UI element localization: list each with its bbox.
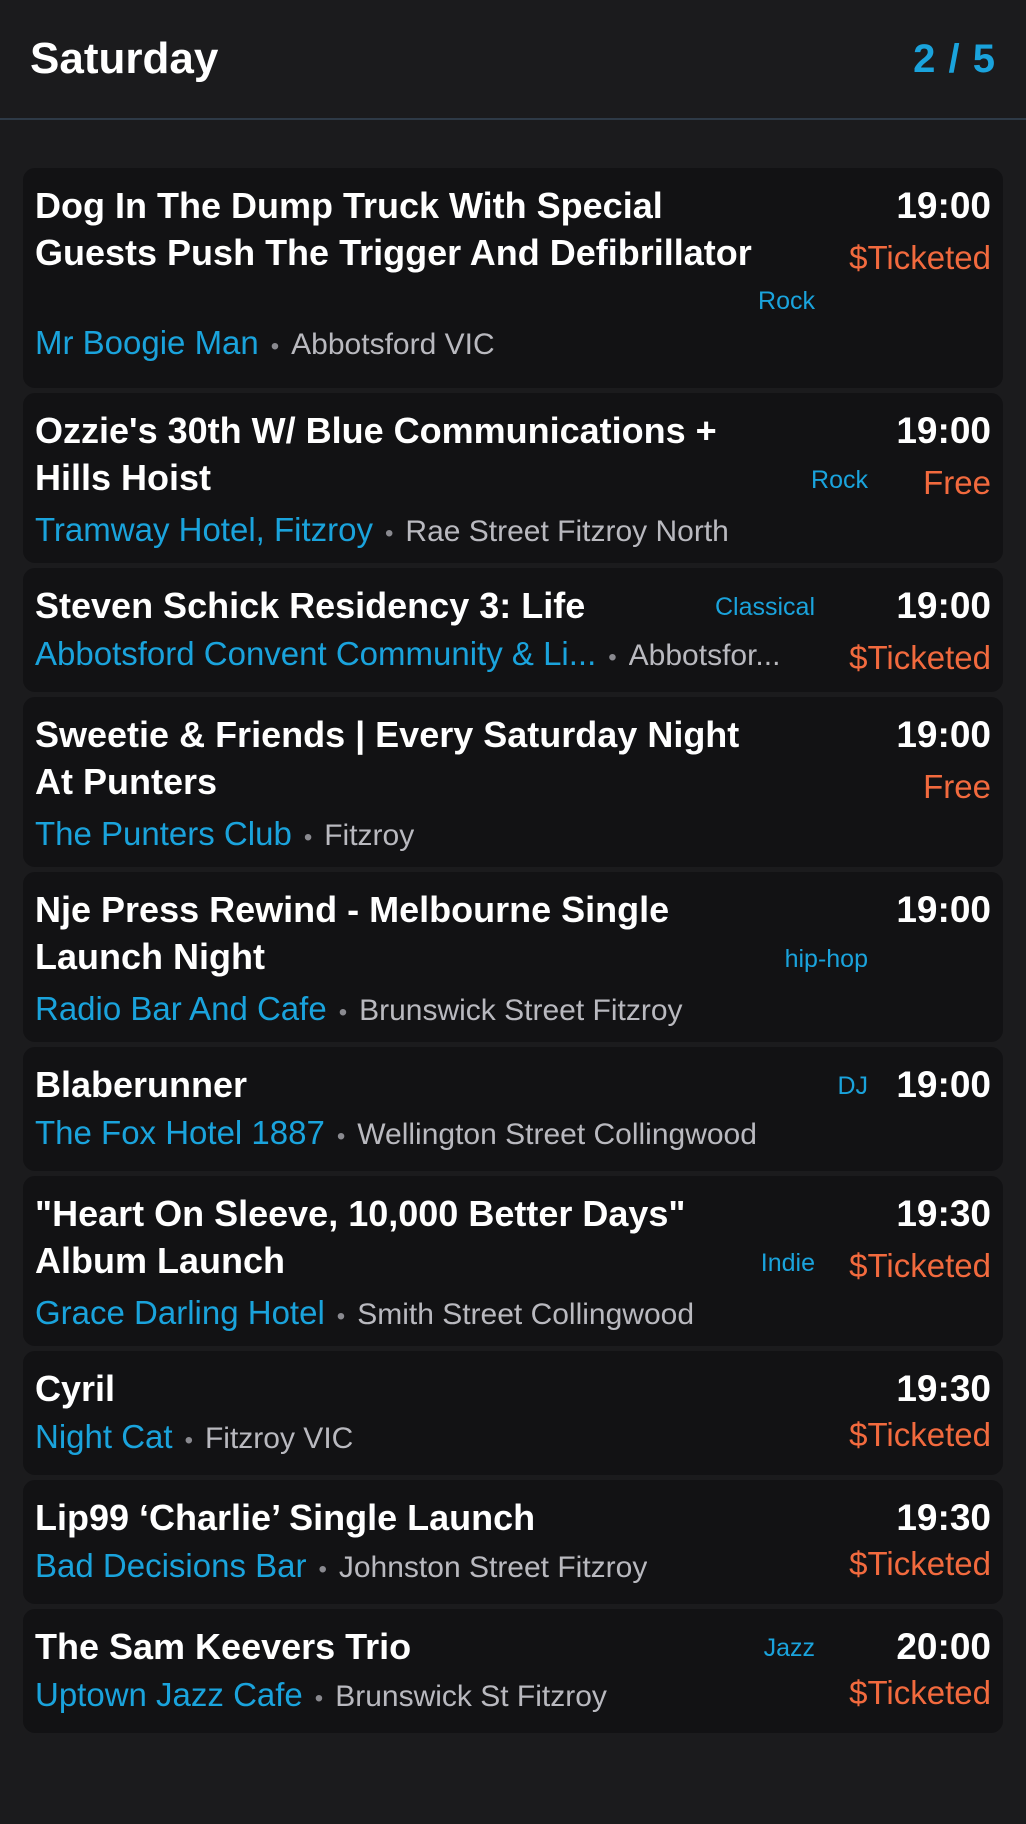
event-price: $Ticketed xyxy=(849,1416,991,1453)
event-venue-line: Mr Boogie Man • Abbotsford VIC xyxy=(35,322,991,366)
separator-dot: • xyxy=(336,1123,346,1150)
event-time: 19:00 xyxy=(896,185,991,226)
event-venue-link[interactable]: Radio Bar And Cafe xyxy=(35,988,327,1030)
event-list: Dog In The Dump Truck With Special Guest… xyxy=(0,120,1026,1733)
event-card[interactable]: Dog In The Dump Truck With Special Guest… xyxy=(23,168,1003,388)
event-genre-tag[interactable]: DJ xyxy=(837,1071,868,1101)
event-location: Brunswick St Fitzroy xyxy=(335,1680,607,1713)
header-bar: Saturday 2 / 5 xyxy=(0,0,1026,120)
event-location: Brunswick Street Fitzroy xyxy=(359,994,683,1027)
event-price: $Ticketed xyxy=(849,1545,991,1582)
event-genre-tag[interactable]: Rock xyxy=(758,286,815,316)
event-card[interactable]: The Sam Keevers Trio 20:00 $Ticketed Jaz… xyxy=(23,1609,1003,1733)
event-venue-line: The Fox Hotel 1887 • Wellington Street C… xyxy=(35,1112,991,1156)
event-venue-link[interactable]: The Fox Hotel 1887 xyxy=(35,1112,325,1154)
event-time: 19:30 xyxy=(896,1193,991,1234)
event-time: 19:00 xyxy=(896,714,991,755)
event-location: Wellington Street Collingwood xyxy=(357,1118,757,1151)
event-genre-tag[interactable]: Indie xyxy=(761,1248,815,1278)
event-time: 19:30 xyxy=(896,1368,991,1409)
separator-dot: • xyxy=(336,1303,346,1330)
event-location: Abbotsfor... xyxy=(628,639,781,672)
event-location: Abbotsford VIC xyxy=(291,328,495,361)
event-venue-link[interactable]: Abbotsford Convent Community & Li... xyxy=(35,633,596,675)
event-price: Free xyxy=(923,768,991,805)
event-card[interactable]: "Heart On Sleeve, 10,000 Better Days" Al… xyxy=(23,1176,1003,1346)
event-time: 19:00 xyxy=(896,585,991,626)
event-title[interactable]: The Sam Keevers Trio xyxy=(35,1623,761,1670)
event-time: 19:30 xyxy=(896,1497,991,1538)
event-card[interactable]: Steven Schick Residency 3: Life 19:00 $T… xyxy=(23,568,1003,692)
event-location: Fitzroy VIC xyxy=(204,1422,354,1455)
event-genre-tag[interactable]: hip-hop xyxy=(785,944,868,974)
event-time: 19:00 xyxy=(896,889,991,930)
event-location: Johnston Street Fitzroy xyxy=(338,1551,648,1584)
event-title[interactable]: Ozzie's 30th W/ Blue Communications + Hi… xyxy=(35,407,761,501)
event-price: $Ticketed xyxy=(849,1247,991,1284)
event-venue-link[interactable]: Bad Decisions Bar xyxy=(35,1545,306,1587)
event-title[interactable]: Steven Schick Residency 3: Life xyxy=(35,582,761,629)
event-venue-line: Bad Decisions Bar • Johnston Street Fitz… xyxy=(35,1545,991,1589)
event-time: 19:00 xyxy=(896,1064,991,1105)
event-venue-link[interactable]: The Punters Club xyxy=(35,813,292,855)
event-title[interactable]: Lip99 ‘Charlie’ Single Launch xyxy=(35,1494,761,1541)
event-venue-line: The Punters Club • Fitzroy xyxy=(35,813,991,857)
page-title: Saturday xyxy=(30,34,219,83)
event-card[interactable]: Ozzie's 30th W/ Blue Communications + Hi… xyxy=(23,393,1003,563)
event-location: Rae Street Fitzroy North xyxy=(405,515,729,548)
event-price: $Ticketed xyxy=(849,239,991,276)
event-venue-link[interactable]: Night Cat xyxy=(35,1416,173,1458)
event-genre-tag[interactable]: Classical xyxy=(715,592,815,622)
event-title[interactable]: Nje Press Rewind - Melbourne Single Laun… xyxy=(35,886,761,980)
event-card[interactable]: Sweetie & Friends | Every Saturday Night… xyxy=(23,697,1003,867)
event-venue-link[interactable]: Uptown Jazz Cafe xyxy=(35,1674,303,1716)
event-genre-tag[interactable]: Rock xyxy=(811,465,868,495)
event-title[interactable]: "Heart On Sleeve, 10,000 Better Days" Al… xyxy=(35,1190,761,1284)
event-card[interactable]: Cyril 19:30 $Ticketed Night Cat • Fitzro… xyxy=(23,1351,1003,1475)
event-location: Fitzroy xyxy=(324,819,415,852)
event-price: $Ticketed xyxy=(849,1674,991,1711)
separator-dot: • xyxy=(385,520,394,547)
event-title[interactable]: Blaberunner xyxy=(35,1061,761,1108)
event-venue-line: Radio Bar And Cafe • Brunswick Street Fi… xyxy=(35,988,991,1032)
separator-dot: • xyxy=(608,644,617,671)
separator-dot: • xyxy=(338,999,348,1026)
separator-dot: • xyxy=(314,1685,324,1712)
event-genre-tag[interactable]: Jazz xyxy=(764,1633,815,1663)
event-title[interactable]: Sweetie & Friends | Every Saturday Night… xyxy=(35,711,761,805)
event-location: Smith Street Collingwood xyxy=(357,1298,695,1331)
event-venue-line: Abbotsford Convent Community & Li... • A… xyxy=(35,633,835,677)
separator-dot: • xyxy=(318,1556,327,1583)
separator-dot: • xyxy=(270,333,280,360)
separator-dot: • xyxy=(303,824,313,851)
event-title[interactable]: Dog In The Dump Truck With Special Guest… xyxy=(35,182,761,276)
event-price: $Ticketed xyxy=(849,639,991,676)
event-venue-link[interactable]: Mr Boogie Man xyxy=(35,322,259,364)
event-card[interactable]: Lip99 ‘Charlie’ Single Launch 19:30 $Tic… xyxy=(23,1480,1003,1604)
event-venue-line: Grace Darling Hotel • Smith Street Colli… xyxy=(35,1292,991,1336)
event-venue-line: Night Cat • Fitzroy VIC xyxy=(35,1416,991,1460)
event-price: Free xyxy=(923,464,991,501)
event-title[interactable]: Cyril xyxy=(35,1365,761,1412)
event-venue-link[interactable]: Grace Darling Hotel xyxy=(35,1292,325,1334)
event-time: 20:00 xyxy=(896,1626,991,1667)
event-card[interactable]: Nje Press Rewind - Melbourne Single Laun… xyxy=(23,872,1003,1042)
event-venue-line: Tramway Hotel, Fitzroy • Rae Street Fitz… xyxy=(35,509,991,553)
page-indicator[interactable]: 2 / 5 xyxy=(913,37,996,82)
event-venue-link[interactable]: Tramway Hotel, Fitzroy xyxy=(35,509,373,551)
event-card[interactable]: Blaberunner 19:00 DJ The Fox Hotel 1887 … xyxy=(23,1047,1003,1171)
separator-dot: • xyxy=(184,1427,193,1454)
event-time: 19:00 xyxy=(896,410,991,451)
event-venue-line: Uptown Jazz Cafe • Brunswick St Fitzroy xyxy=(35,1674,991,1718)
